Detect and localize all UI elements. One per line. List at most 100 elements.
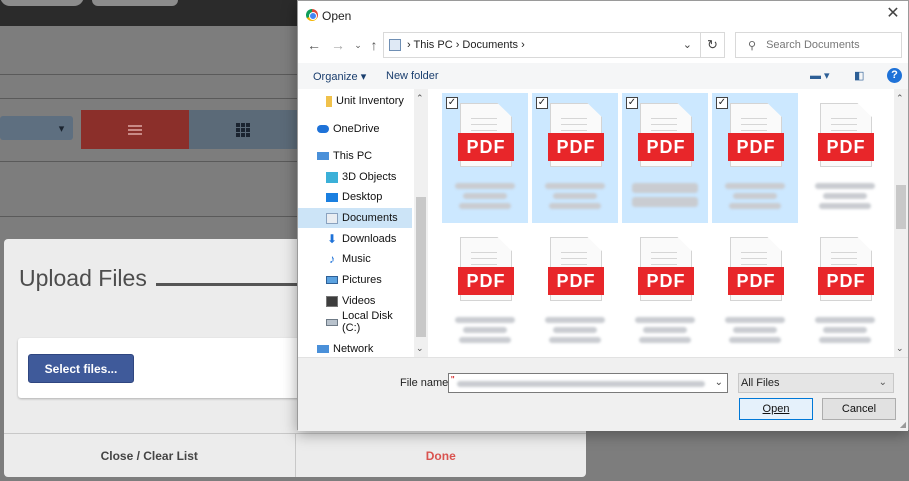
filter-dropdown[interactable]: ▾	[0, 116, 73, 140]
top-pill-button[interactable]	[0, 0, 84, 6]
nav-item-label: Music	[342, 253, 371, 265]
divider	[0, 74, 298, 75]
chevron-down-icon[interactable]: ⌄	[715, 377, 723, 388]
file-item[interactable]: ✓ PDF	[532, 93, 618, 223]
done-button[interactable]: Done	[296, 434, 587, 477]
back-arrow-icon[interactable]: ←	[306, 37, 322, 53]
chevron-down-icon: ⌄	[878, 377, 887, 388]
pdf-icon: PDF	[818, 267, 874, 295]
nav-item-local-disk[interactable]: Local Disk (C:)	[298, 310, 412, 334]
resize-grip-icon[interactable]: ◢	[900, 420, 906, 429]
file-list-scrollbar[interactable]: ⌃ ⌄	[894, 89, 908, 357]
scroll-up-icon[interactable]: ⌃	[416, 93, 424, 104]
file-checkbox[interactable]: ✓	[446, 97, 458, 109]
nav-item-3d-objects[interactable]: 3D Objects	[298, 167, 412, 187]
cube-icon	[326, 171, 338, 183]
chrome-icon	[306, 9, 318, 21]
nav-item-label: Unit Inventory	[336, 95, 404, 107]
file-item[interactable]: PDF	[532, 227, 618, 357]
music-icon: ♪	[329, 251, 335, 266]
refresh-icon[interactable]: ↻	[701, 32, 725, 58]
top-pill-button-2[interactable]	[92, 0, 178, 6]
scrollbar-thumb[interactable]	[896, 185, 906, 229]
file-checkbox[interactable]: ✓	[716, 97, 728, 109]
nav-item-this-pc[interactable]: This PC	[298, 146, 412, 166]
nav-item-label: Downloads	[342, 233, 397, 245]
nav-item-music[interactable]: ♪ Music	[298, 249, 412, 269]
file-type-select[interactable]: All Files ⌄	[738, 373, 894, 393]
upload-title: Upload Files	[19, 265, 147, 291]
nav-item-downloads[interactable]: ⬇ Downloads	[298, 229, 412, 249]
nav-item-label: OneDrive	[333, 123, 380, 135]
file-name-redacted	[457, 381, 705, 387]
up-arrow-icon[interactable]: ↑	[366, 37, 382, 53]
preview-pane-icon[interactable]: ◧	[854, 69, 864, 82]
navigation-pane: Unit Inventory OneDrive This PC 3D Objec…	[298, 89, 414, 357]
nav-item-unit-inventory[interactable]: Unit Inventory	[298, 91, 412, 111]
divider	[0, 216, 298, 217]
file-item[interactable]: ✓ PDF	[442, 93, 528, 223]
search-box[interactable]: ⚲ Search Documents	[735, 32, 902, 58]
nav-item-desktop[interactable]: Desktop	[298, 187, 412, 207]
file-item[interactable]: PDF	[802, 227, 888, 357]
upload-footer: Close / Clear List Done	[4, 433, 586, 477]
nav-item-label: Videos	[342, 295, 376, 307]
pdf-icon: PDF	[728, 133, 784, 161]
recent-locations-icon[interactable]: ⌄	[350, 40, 366, 51]
open-button-label: Open	[762, 403, 790, 415]
pdf-icon: PDF	[458, 267, 514, 295]
file-name-redacted	[722, 179, 788, 213]
file-item[interactable]: PDF	[442, 227, 528, 357]
divider	[0, 161, 298, 162]
new-folder-button[interactable]: New folder	[386, 70, 439, 82]
file-item[interactable]: PDF	[712, 227, 798, 357]
close-icon[interactable]: ✕	[884, 5, 902, 23]
file-name-redacted	[722, 313, 788, 347]
select-files-button[interactable]: Select files...	[28, 354, 134, 383]
nav-item-videos[interactable]: Videos	[298, 291, 412, 311]
nav-pane-scrollbar[interactable]: ⌃ ⌄	[414, 89, 428, 357]
file-item[interactable]: ✓ PDF	[712, 93, 798, 223]
network-icon	[317, 345, 329, 353]
close-clear-list-button[interactable]: Close / Clear List	[4, 434, 296, 477]
file-item[interactable]: PDF	[802, 93, 888, 223]
nav-item-label: Local Disk (C:)	[342, 310, 393, 334]
change-view-icon[interactable]: ▬ ▾	[810, 69, 830, 82]
chevron-down-icon: ▾	[58, 122, 65, 135]
chevron-down-icon[interactable]: ⌄	[683, 38, 692, 51]
file-name-redacted	[542, 179, 608, 213]
organize-menu[interactable]: Organize ▾	[313, 70, 366, 83]
nav-item-onedrive[interactable]: OneDrive	[298, 119, 412, 139]
file-checkbox[interactable]: ✓	[536, 97, 548, 109]
file-name-redacted	[812, 313, 878, 347]
file-checkbox[interactable]: ✓	[626, 97, 638, 109]
grid-icon	[236, 122, 250, 137]
nav-item-pictures[interactable]: Pictures	[298, 270, 412, 290]
dialog-bottom-bar: File name: " ⌄ All Files ⌄ Open Cancel ◢	[298, 357, 908, 431]
pdf-icon: PDF	[458, 133, 514, 161]
nav-item-network[interactable]: Network	[298, 339, 412, 357]
list-view-button[interactable]	[81, 110, 189, 149]
file-name-input[interactable]: " ⌄	[448, 373, 728, 393]
upload-dropzone: Select files...	[18, 338, 318, 398]
forward-arrow-icon[interactable]: →	[330, 37, 346, 53]
file-list: ✓ PDF ✓ PDF ✓ PDF ✓ PDF PDF PDF PDF PDF …	[428, 89, 894, 357]
help-icon[interactable]: ?	[887, 68, 902, 83]
navigation-bar: ← → ⌄ ↑ › This PC › Documents › ⌄ ↻ ⚲ Se…	[298, 31, 908, 59]
address-bar[interactable]: › This PC › Documents › ⌄	[383, 32, 701, 58]
file-item[interactable]: ✓ PDF	[622, 93, 708, 223]
open-button[interactable]: Open	[739, 398, 813, 420]
cancel-button[interactable]: Cancel	[822, 398, 896, 420]
file-item[interactable]: PDF	[622, 227, 708, 357]
computer-icon	[317, 152, 329, 160]
nav-item-documents[interactable]: Documents	[298, 208, 412, 228]
cloud-icon	[317, 125, 329, 133]
nav-item-label: This PC	[333, 150, 373, 162]
nav-item-label: Pictures	[342, 274, 382, 286]
pdf-icon: PDF	[548, 267, 604, 295]
scroll-down-icon[interactable]: ⌄	[416, 343, 424, 354]
scroll-up-icon[interactable]: ⌃	[896, 93, 904, 104]
grid-view-button[interactable]	[189, 110, 297, 149]
scroll-down-icon[interactable]: ⌄	[896, 343, 904, 354]
scrollbar-thumb[interactable]	[416, 197, 426, 337]
